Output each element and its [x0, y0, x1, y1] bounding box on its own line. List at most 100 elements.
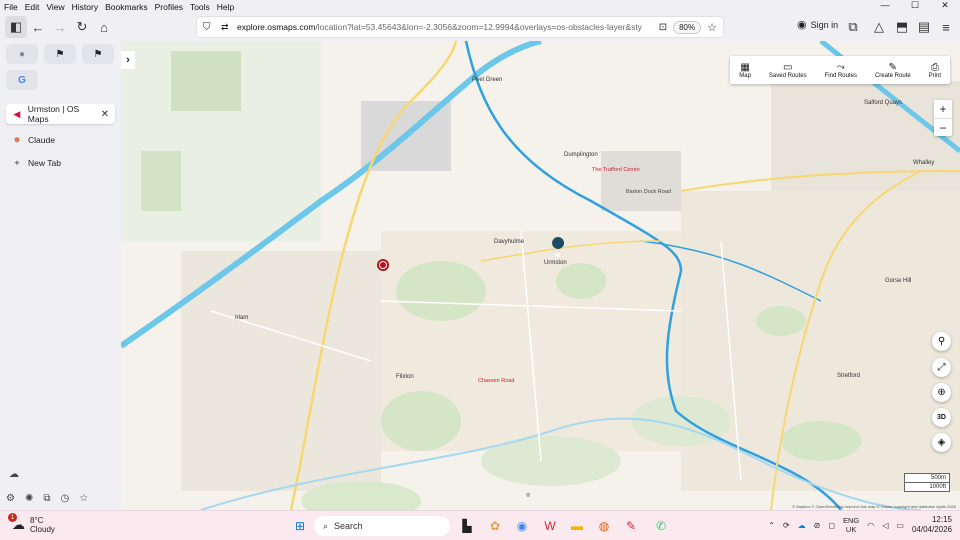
- back-icon[interactable]: ←: [27, 16, 49, 38]
- menu-help[interactable]: Help: [217, 2, 234, 12]
- wifi-icon[interactable]: ◠: [867, 521, 874, 530]
- label-salford-quays: Salford Quays: [864, 100, 903, 106]
- pencil-icon: ✎: [888, 61, 897, 73]
- chevron-up-icon[interactable]: ⌃: [768, 521, 775, 530]
- claude-icon: ✸: [13, 134, 21, 145]
- tab-urmston-os-maps[interactable]: ◀ Urmston | OS Maps ✕: [6, 104, 115, 124]
- firefox-icon[interactable]: ◍: [594, 516, 614, 536]
- maximize-icon[interactable]: ☐: [900, 0, 930, 11]
- forward-icon[interactable]: →: [49, 16, 71, 38]
- bookmarks-icon[interactable]: ☆: [79, 493, 88, 504]
- pinned-tab-1[interactable]: ●: [6, 44, 38, 64]
- dot-icon: ●: [18, 48, 26, 60]
- map-canvas[interactable]: Peel Green Dumplington The Trafford Cent…: [121, 41, 960, 510]
- reload-icon[interactable]: ↻: [71, 16, 93, 38]
- copilot-icon[interactable]: ⟳: [783, 521, 790, 530]
- menu-history[interactable]: History: [72, 2, 98, 12]
- url-text[interactable]: explore.osmaps.com/location?lat=53.45643…: [237, 22, 655, 32]
- label-trafford-centre: The Trafford Centre: [592, 167, 640, 173]
- os-logo-icon: ◎: [526, 492, 531, 498]
- ai-chat-icon[interactable]: ✺: [25, 493, 33, 504]
- sidebar-panel-icon[interactable]: ▤: [913, 16, 935, 38]
- os-maps-icon: ◀: [13, 108, 21, 119]
- photos-icon[interactable]: ✿: [485, 516, 505, 536]
- map-button[interactable]: ▦ Map: [730, 56, 760, 84]
- printer-icon: ⎙: [930, 61, 939, 73]
- shield-icon[interactable]: ⛉: [203, 22, 211, 33]
- close-tab-icon[interactable]: ✕: [101, 109, 109, 120]
- close-window-icon[interactable]: ✕: [930, 0, 960, 11]
- location-search-icon[interactable]: ⚲: [932, 332, 951, 351]
- onedrive-icon[interactable]: ☁: [798, 521, 806, 530]
- new-tab-button[interactable]: + New Tab: [6, 153, 115, 173]
- label-flixton: Flixton: [396, 374, 414, 380]
- label-dumplington: Dumplington: [564, 152, 598, 158]
- zoom-level[interactable]: 80%: [673, 20, 702, 34]
- sidebar-toggle-icon[interactable]: ◧: [5, 16, 27, 38]
- weather-widget[interactable]: ☁ 1 8°C Cloudy: [8, 513, 55, 534]
- sync-cloud-icon[interactable]: ☁: [9, 469, 19, 480]
- minimize-icon[interactable]: —: [870, 0, 900, 11]
- pinned-tab-google[interactable]: G: [6, 70, 38, 90]
- extensions-icon[interactable]: ⧉: [842, 16, 864, 38]
- file-explorer-icon[interactable]: ▬: [567, 516, 587, 536]
- sidebar-tools: ⚙ ✺ ⧉ ◷ ☆: [6, 493, 88, 504]
- synced-tabs-icon[interactable]: ⧉: [43, 493, 50, 504]
- volume-icon[interactable]: ◻: [828, 521, 835, 530]
- permissions-icon[interactable]: ⇄: [221, 22, 229, 33]
- label-stretford: Stretford: [837, 373, 861, 379]
- map-graphics: [121, 41, 960, 510]
- app-menu-icon[interactable]: ≡: [935, 16, 957, 38]
- map-icon: ▦: [740, 61, 750, 73]
- chrome-icon[interactable]: ◉: [512, 516, 532, 536]
- bookmark-star-icon[interactable]: ☆: [707, 21, 717, 34]
- layers-icon[interactable]: ◈: [932, 433, 951, 452]
- zoom-in-button[interactable]: +: [934, 100, 952, 118]
- wps-office-icon[interactable]: W: [540, 516, 560, 536]
- menu-tools[interactable]: Tools: [190, 2, 210, 12]
- locate-me-icon[interactable]: ⊕: [932, 383, 951, 402]
- vpn-icon[interactable]: △: [868, 16, 890, 38]
- zoom-out-button[interactable]: −: [934, 118, 952, 136]
- pen-app-icon[interactable]: ✎: [621, 516, 641, 536]
- saved-routes-button[interactable]: ▭ Saved Routes: [760, 56, 816, 84]
- label-whalley: Whalley: [913, 160, 935, 166]
- reader-icon[interactable]: ⊡: [659, 22, 667, 33]
- clock[interactable]: 12:15 04/04/2026: [912, 515, 952, 535]
- language-indicator[interactable]: ENG UK: [843, 516, 859, 534]
- map-attribution[interactable]: © Mapbox © OpenStreetMap Improve this ma…: [792, 504, 956, 509]
- sign-in-button[interactable]: ◉ Sign in: [797, 18, 838, 31]
- menu-bookmarks[interactable]: Bookmarks: [105, 2, 148, 12]
- pinned-tab-2[interactable]: ⚑: [44, 44, 76, 64]
- whatsapp-icon[interactable]: ✆: [651, 516, 671, 536]
- settings-icon[interactable]: ⚙: [6, 493, 15, 504]
- 3d-view-icon[interactable]: 3D: [932, 408, 951, 427]
- windows-taskbar: ☁ 1 8°C Cloudy ⊞ ⌕ Search ▙ ✿ ◉ W ▬ ◍ ✎ …: [0, 510, 960, 540]
- task-view-icon[interactable]: ▙: [457, 516, 477, 536]
- tab-claude[interactable]: ✸ Claude: [6, 130, 115, 150]
- window-controls: — ☐ ✕: [870, 0, 960, 11]
- account-icon: ◉: [797, 19, 807, 31]
- battery-icon[interactable]: ▭: [896, 521, 904, 530]
- history-icon[interactable]: ◷: [61, 493, 70, 504]
- windows-start-icon[interactable]: ⊞: [290, 516, 310, 536]
- menu-file[interactable]: File: [4, 2, 18, 12]
- taskbar-search[interactable]: ⌕ Search: [314, 516, 450, 536]
- search-icon: ⌕: [323, 520, 329, 531]
- print-button[interactable]: ⎙ Print: [920, 56, 950, 84]
- network-off-icon[interactable]: ⊘: [814, 521, 821, 530]
- menu-view[interactable]: View: [46, 2, 64, 12]
- menu-edit[interactable]: Edit: [25, 2, 40, 12]
- home-icon[interactable]: ⌂: [93, 16, 115, 38]
- plus-icon: +: [14, 158, 20, 168]
- menu-profiles[interactable]: Profiles: [155, 2, 183, 12]
- container-icon[interactable]: ⬒: [891, 16, 913, 38]
- pinned-tab-3[interactable]: ⚑: [82, 44, 114, 64]
- chevron-right-icon[interactable]: ›: [121, 51, 135, 69]
- label-davyhulme: Davyhulme: [494, 239, 525, 245]
- create-route-button[interactable]: ✎ Create Route: [866, 56, 920, 84]
- find-routes-button[interactable]: ⤳ Find Routes: [816, 56, 866, 84]
- fullscreen-icon[interactable]: ⤢: [932, 358, 951, 377]
- address-bar[interactable]: ⛉ ⇄ explore.osmaps.com/location?lat=53.4…: [196, 16, 724, 38]
- speaker-icon[interactable]: ◁: [882, 521, 888, 530]
